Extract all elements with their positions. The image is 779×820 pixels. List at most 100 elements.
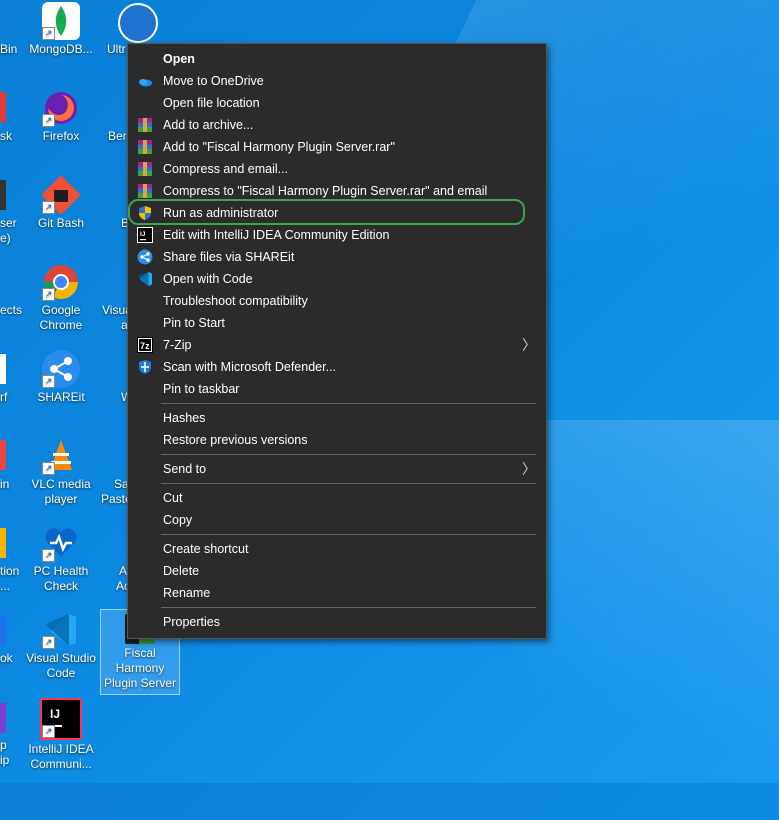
defender-icon [137,359,153,375]
menu-item-label: Rename [163,586,211,600]
menu-item-label: Create shortcut [163,542,249,556]
menu-item-open-with-code[interactable]: Open with Code [128,268,546,290]
partial-app-icon [0,180,6,210]
desktop-icon-label: SHAREit [37,390,85,404]
run-as-administrator-highlight [128,199,525,225]
vlc-cone-icon: ↗ [42,437,80,475]
desktop-icon-label: Git Bash [37,216,85,230]
desktop-icon-intellij[interactable]: IJ ↗ IntelliJ IDEA Communi... [22,698,100,772]
shortcut-arrow-icon: ↗ [42,288,55,301]
desktop-icon-visual-studio-code[interactable]: ↗ Visual Studio Code [22,611,100,681]
menu-separator [161,454,536,455]
desktop-icon-mongodb[interactable]: ↗ MongoDB... [22,2,100,57]
menu-item-open[interactable]: Open [128,48,546,70]
desktop-icon-git-bash[interactable]: ↗ Git Bash [22,175,100,231]
partial-label: A [119,564,128,578]
menu-item-cut[interactable]: Cut [128,487,546,509]
menu-item-properties[interactable]: Properties [128,611,546,633]
git-bash-icon: ↗ [41,175,81,215]
partial-label: ects [0,303,23,317]
partial-app-icon [0,92,6,122]
partial-app-icon [0,703,6,733]
menu-item-label: Cut [163,491,183,505]
desktop-icon-google-chrome[interactable]: ↗ Google Chrome [22,263,100,333]
menu-item-pin-to-start[interactable]: Pin to Start [128,312,546,334]
menu-item-label: Edit with IntelliJ IDEA Community Editio… [163,228,390,242]
partial-label: e) [0,231,11,245]
menu-item-label: Send to [163,462,207,476]
menu-item-pin-to-taskbar[interactable]: Pin to taskbar [128,378,546,400]
winrar-icon [137,183,153,199]
menu-item-send-to[interactable]: Send to 〉 [128,458,546,480]
menu-item-label: Restore previous versions [163,433,308,447]
menu-item-label: Open file location [163,96,260,110]
desktop-icon-label: Google Chrome [39,303,83,332]
menu-item-label: Pin to Start [163,316,225,330]
pc-health-icon: ↗ [42,524,80,562]
desktop-icon-pc-health-check[interactable]: ↗ PC Health Check [22,524,100,594]
menu-separator [161,607,536,608]
winrar-icon [137,161,153,177]
partial-label: tion [0,564,20,578]
menu-item-7zip[interactable]: 7z 7-Zip 〉 [128,334,546,356]
partial-app-icon [0,440,6,470]
menu-item-label: Compress to "Fiscal Harmony Plugin Serve… [163,184,488,198]
desktop-icon-label: VLC media player [31,477,91,506]
menu-item-label: Scan with Microsoft Defender... [163,360,336,374]
menu-item-delete[interactable]: Delete [128,560,546,582]
partial-label: ser [0,216,17,230]
partial-label: ok [0,651,13,665]
menu-item-label: Add to "Fiscal Harmony Plugin Server.rar… [163,140,395,154]
partial-label: Bin [0,42,18,56]
desktop-icon-firefox[interactable]: ↗ Firefox [22,89,100,144]
shortcut-arrow-icon: ↗ [42,375,55,388]
menu-item-label: Properties [163,615,220,629]
partial-label: ip [0,753,10,767]
menu-item-add-to-archive[interactable]: Add to archive... [128,114,546,136]
menu-item-scan-with-defender[interactable]: Scan with Microsoft Defender... [128,356,546,378]
shortcut-arrow-icon: ↗ [42,201,55,214]
desktop-icon-vlc[interactable]: ↗ VLC media player [22,437,100,507]
menu-item-rename[interactable]: Rename [128,582,546,604]
menu-item-label: Open with Code [163,272,253,286]
menu-item-label: Compress and email... [163,162,289,176]
menu-separator [161,534,536,535]
menu-item-compress-and-email[interactable]: Compress and email... [128,158,546,180]
partial-label: in [0,477,10,491]
menu-item-share-via-shareit[interactable]: Share files via SHAREit [128,246,546,268]
menu-item-hashes[interactable]: Hashes [128,407,546,429]
desktop-icon-shareit[interactable]: ↗ SHAREit [22,350,100,405]
menu-item-label: Copy [163,513,193,527]
menu-item-troubleshoot-compatibility[interactable]: Troubleshoot compatibility [128,290,546,312]
menu-item-restore-previous-versions[interactable]: Restore previous versions [128,429,546,451]
firefox-icon: ↗ [42,89,80,127]
chrome-icon: ↗ [42,263,80,301]
svg-text:IJ: IJ [140,231,146,238]
desktop-icon-label: Firefox [42,129,80,143]
menu-item-open-file-location[interactable]: Open file location [128,92,546,114]
desktop-icon-label: PC Health Check [33,564,89,593]
menu-item-label: Open [163,52,195,66]
menu-separator [161,483,536,484]
shortcut-arrow-icon: ↗ [42,636,55,649]
menu-item-create-shortcut[interactable]: Create shortcut [128,538,546,560]
menu-item-copy[interactable]: Copy [128,509,546,531]
context-menu: Open Move to OneDrive Open file location… [127,43,547,639]
intellij-icon: IJ [137,227,153,243]
partial-app-icon [0,528,6,558]
vscode-icon: ↗ [42,611,80,649]
menu-item-add-to-rar[interactable]: Add to "Fiscal Harmony Plugin Server.rar… [128,136,546,158]
winrar-icon [137,117,153,133]
menu-item-label: Troubleshoot compatibility [163,294,308,308]
desktop-icon-label: Visual Studio Code [26,651,96,680]
shortcut-arrow-icon: ↗ [42,725,55,738]
vscode-icon [137,271,153,287]
partial-label: ... [0,579,11,593]
menu-item-edit-with-intellij[interactable]: IJ Edit with IntelliJ IDEA Community Edi… [128,224,546,246]
winrar-icon [137,139,153,155]
partial-label: Ber [108,129,127,143]
partial-label: sk [0,129,12,143]
partial-app-icon [0,354,6,384]
partial-label: Ultr [107,42,126,56]
menu-item-move-to-onedrive[interactable]: Move to OneDrive [128,70,546,92]
